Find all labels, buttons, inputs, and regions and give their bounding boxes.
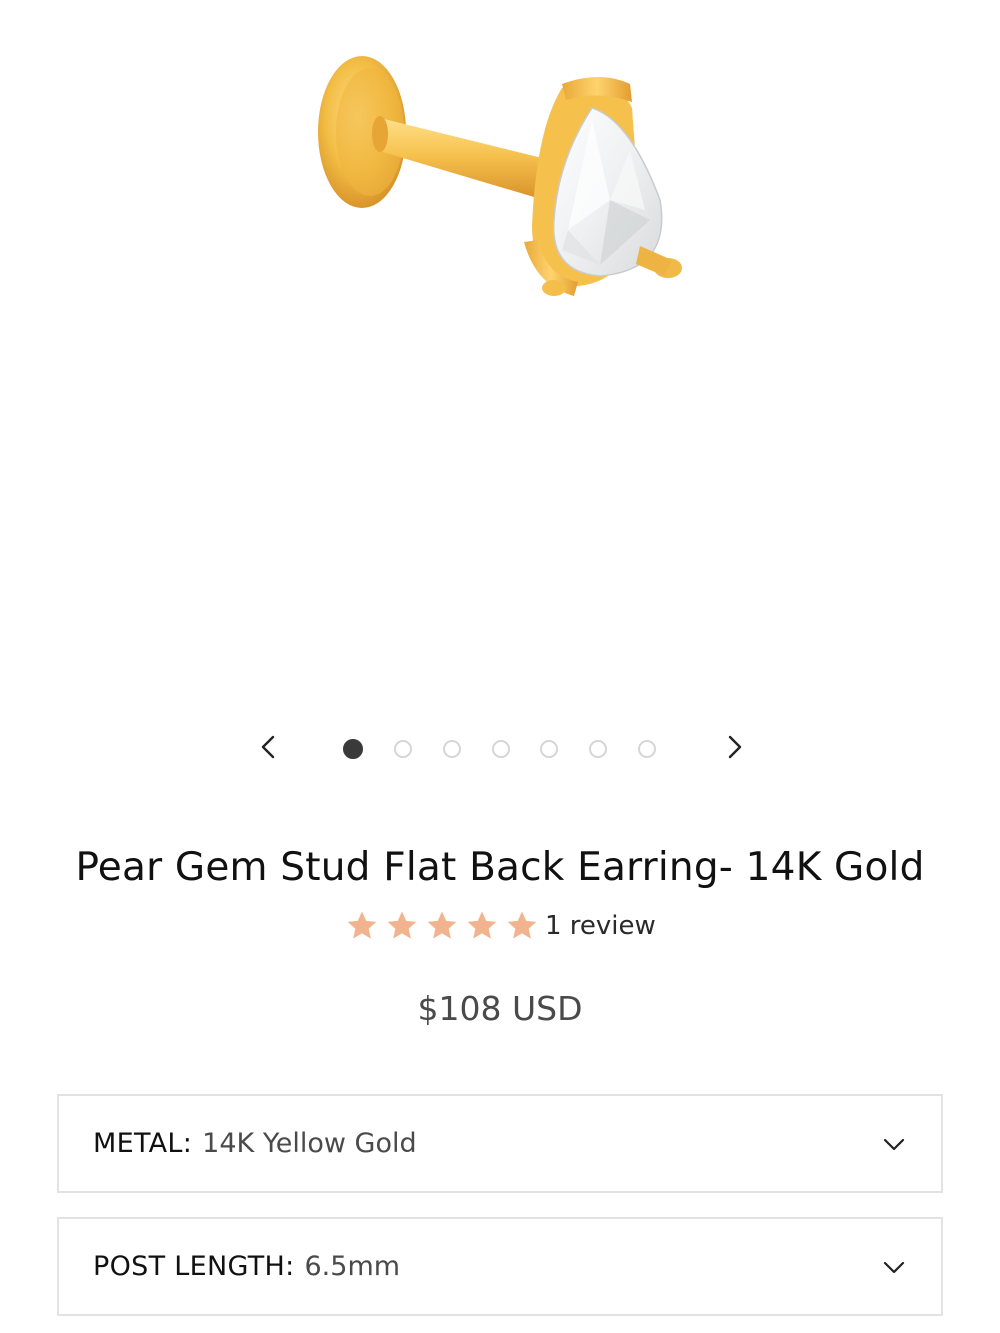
- gallery-dot-4[interactable]: [492, 740, 510, 758]
- metal-option-value: 14K Yellow Gold: [202, 1128, 417, 1159]
- next-image-button[interactable]: [715, 725, 755, 769]
- chevron-down-icon: [883, 1138, 905, 1151]
- review-count-link[interactable]: 1 review: [545, 911, 656, 941]
- post-length-selector[interactable]: POST LENGTH: 6.5mm: [57, 1217, 943, 1316]
- previous-image-button[interactable]: [248, 725, 288, 769]
- gallery-dot-1[interactable]: [343, 739, 363, 759]
- gallery-dot-5[interactable]: [540, 740, 558, 758]
- gallery-dot-6[interactable]: [589, 740, 607, 758]
- post-length-option-value: 6.5mm: [304, 1251, 401, 1282]
- metal-selector-label: METAL: 14K Yellow Gold: [93, 1096, 417, 1191]
- post-length-selector-label: POST LENGTH: 6.5mm: [93, 1219, 400, 1314]
- product-title: Pear Gem Stud Flat Back Earring- 14K Gol…: [75, 845, 925, 890]
- star-icon: [427, 911, 457, 939]
- product-price: $108 USD: [417, 989, 583, 1028]
- gallery-dot-7[interactable]: [638, 740, 656, 758]
- chevron-right-icon: [728, 735, 742, 759]
- image-gallery-nav: [0, 725, 1000, 775]
- star-icon: [507, 911, 537, 939]
- post-length-option-name: POST LENGTH:: [93, 1251, 295, 1282]
- star-icon: [467, 911, 497, 939]
- gallery-dot-2[interactable]: [394, 740, 412, 758]
- rating-stars: [345, 909, 545, 943]
- chevron-down-icon: [883, 1261, 905, 1274]
- chevron-left-icon: [261, 735, 275, 759]
- metal-selector[interactable]: METAL: 14K Yellow Gold: [57, 1094, 943, 1193]
- product-image[interactable]: [300, 50, 700, 310]
- earring-illustration: [318, 56, 682, 296]
- star-icon: [347, 911, 377, 939]
- gallery-dot-3[interactable]: [443, 740, 461, 758]
- metal-option-name: METAL:: [93, 1128, 193, 1159]
- product-rating[interactable]: 1 review: [345, 906, 656, 946]
- star-icon: [387, 911, 417, 939]
